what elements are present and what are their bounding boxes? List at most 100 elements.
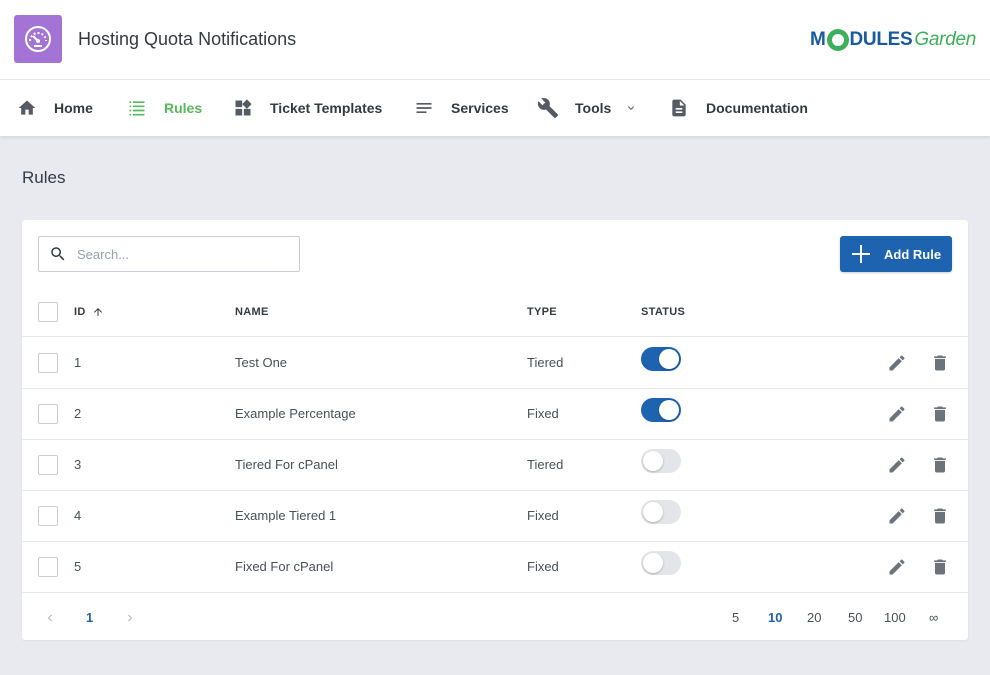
delete-button[interactable] (929, 403, 951, 425)
nav-services-label: Services (451, 100, 509, 116)
nav-services[interactable]: Services (413, 80, 509, 136)
brand-logo-text: DULES (849, 29, 913, 50)
app-title: Hosting Quota Notifications (78, 29, 297, 49)
trash-icon (930, 455, 950, 475)
rule-id: 5 (74, 559, 82, 574)
rule-name: Tiered For cPanel (235, 457, 338, 472)
table-row: 1 Test One Tiered (22, 338, 968, 389)
trash-icon (930, 557, 950, 577)
chevron-right-icon (128, 614, 133, 622)
status-toggle[interactable] (641, 398, 681, 422)
edit-button[interactable] (886, 403, 908, 425)
rule-name: Fixed For cPanel (235, 559, 334, 574)
page-size-option[interactable]: 50 (848, 610, 862, 625)
prev-page-button[interactable] (42, 610, 58, 626)
edit-button[interactable] (886, 505, 908, 527)
list-icon (126, 97, 148, 119)
row-checkbox[interactable] (38, 506, 58, 526)
row-checkbox[interactable] (38, 557, 58, 577)
widgets-icon (232, 97, 254, 119)
edit-button[interactable] (886, 352, 908, 374)
column-header-name[interactable]: NAME (235, 306, 269, 318)
rule-type: Fixed (527, 559, 559, 574)
trash-icon (930, 404, 950, 424)
nav-home[interactable]: Home (16, 80, 93, 136)
nav-home-label: Home (54, 100, 93, 116)
nav-ticket-templates-label: Ticket Templates (270, 100, 383, 116)
column-header-id-label: ID (74, 306, 86, 318)
row-checkbox[interactable] (38, 455, 58, 475)
lines-icon (413, 97, 435, 119)
nav-tools[interactable]: Tools (537, 80, 637, 136)
main-nav: Home Rules Ticket Templates Services Too… (0, 80, 990, 136)
rule-name: Example Tiered 1 (235, 508, 337, 523)
nav-ticket-templates[interactable]: Ticket Templates (232, 80, 382, 136)
top-header: Hosting Quota Notifications M DULES Gard… (0, 0, 990, 80)
nav-rules-label: Rules (164, 100, 203, 116)
table-row: 5 Fixed For cPanel Fixed (22, 542, 968, 593)
delete-button[interactable] (929, 352, 951, 374)
select-all-checkbox[interactable] (38, 302, 58, 322)
sort-ascending-icon (92, 306, 104, 318)
page-size-option[interactable]: 100 (884, 610, 906, 625)
rule-name: Test One (235, 355, 288, 370)
rule-type: Tiered (527, 355, 564, 370)
chevron-down-icon (625, 102, 637, 114)
nav-documentation-label: Documentation (706, 100, 808, 116)
delete-button[interactable] (929, 454, 951, 476)
status-toggle[interactable] (641, 500, 681, 524)
table-row: 3 Tiered For cPanel Tiered (22, 440, 968, 491)
speedometer-icon (14, 15, 62, 63)
page-size-option[interactable]: ∞ (929, 610, 938, 625)
table-row: 4 Example Tiered 1 Fixed (22, 491, 968, 542)
rule-id: 2 (74, 406, 82, 421)
delete-button[interactable] (929, 556, 951, 578)
search-input[interactable] (77, 246, 277, 262)
delete-button[interactable] (929, 505, 951, 527)
pencil-icon (887, 353, 907, 373)
table-header: ID NAME TYPE STATUS (22, 288, 968, 337)
nav-tools-label: Tools (575, 100, 612, 116)
rule-id: 1 (74, 355, 82, 370)
plus-icon (852, 245, 870, 263)
edit-button[interactable] (886, 454, 908, 476)
rule-id: 3 (74, 457, 82, 472)
chevron-left-icon (47, 614, 52, 622)
pencil-icon (887, 455, 907, 475)
row-checkbox[interactable] (38, 353, 58, 373)
page-size-option[interactable]: 20 (807, 610, 821, 625)
brand-logo-text: M (809, 29, 826, 50)
pencil-icon (887, 557, 907, 577)
pencil-icon (887, 404, 907, 424)
page-size-option[interactable]: 5 (732, 610, 739, 625)
next-page-button[interactable] (122, 610, 138, 626)
page-title: Rules (22, 168, 66, 187)
add-rule-button[interactable]: Add Rule (840, 236, 952, 272)
column-header-id[interactable]: ID (74, 306, 104, 318)
brand-logo-text: Garden (914, 29, 976, 50)
edit-button[interactable] (886, 556, 908, 578)
search-box[interactable] (38, 236, 300, 272)
rule-name: Example Percentage (235, 406, 356, 421)
column-header-type[interactable]: TYPE (527, 306, 557, 318)
column-header-status[interactable]: STATUS (641, 306, 685, 318)
document-icon (668, 97, 690, 119)
rule-type: Tiered (527, 457, 564, 472)
brand-logo[interactable]: M DULES Garden (810, 27, 976, 53)
row-checkbox[interactable] (38, 404, 58, 424)
globe-icon (826, 29, 849, 51)
status-toggle[interactable] (641, 449, 681, 473)
status-toggle[interactable] (641, 551, 681, 575)
rule-id: 4 (74, 508, 82, 523)
nav-documentation[interactable]: Documentation (668, 80, 808, 136)
pencil-icon (887, 506, 907, 526)
table-row: 2 Example Percentage Fixed (22, 389, 968, 440)
status-toggle[interactable] (641, 347, 681, 371)
pagination-bar: 1 5 10 20 50 100 ∞ (22, 596, 968, 640)
rules-card: Add Rule ID NAME TYPE STATUS 1 Test One Ti… (22, 220, 968, 640)
page-number[interactable]: 1 (86, 610, 93, 625)
wrench-icon (537, 97, 559, 119)
home-icon (16, 97, 38, 119)
trash-icon (930, 506, 950, 526)
page-size-option[interactable]: 10 (768, 610, 782, 625)
